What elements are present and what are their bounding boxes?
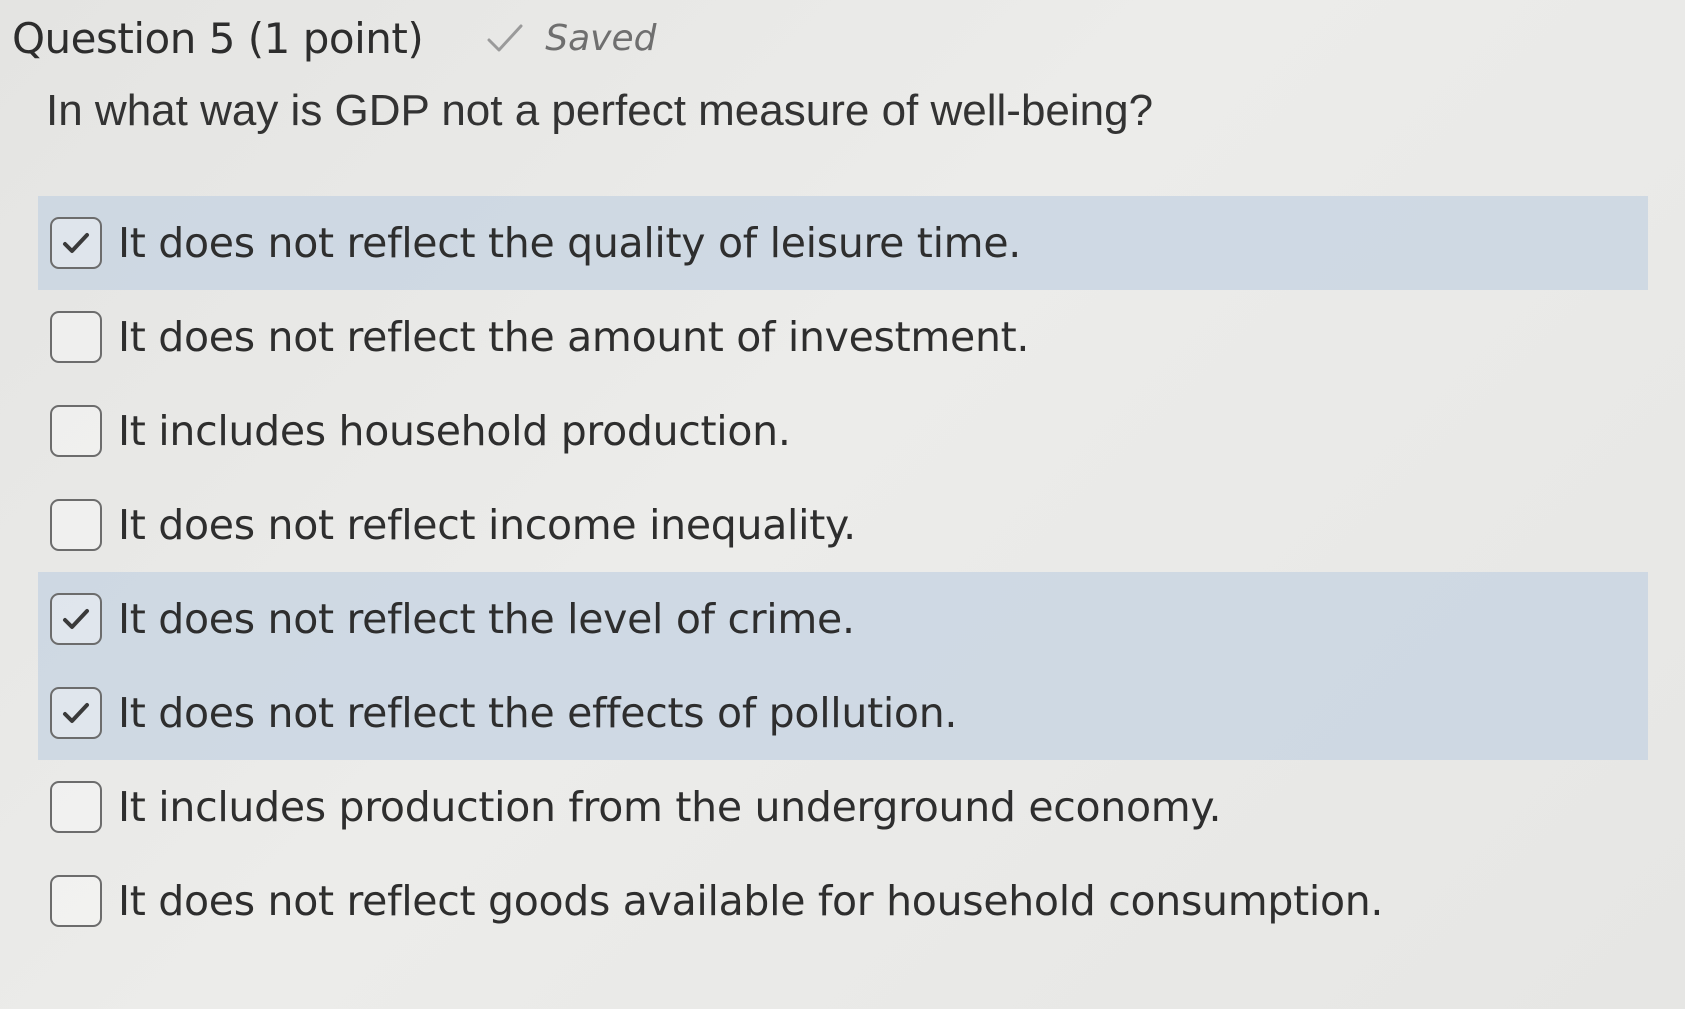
checkbox-unchecked[interactable] — [50, 781, 102, 833]
answer-option[interactable]: It includes household production. — [0, 384, 1685, 478]
answer-option-label: It does not reflect the quality of leisu… — [118, 219, 1021, 267]
answer-option-label: It includes household production. — [118, 407, 791, 455]
checkmark-icon — [63, 609, 89, 629]
checkbox-unchecked[interactable] — [50, 405, 102, 457]
checkbox-unchecked[interactable] — [50, 499, 102, 551]
question-title: Question 5 (1 point) — [12, 13, 424, 63]
answer-option-label: It does not reflect the effects of pollu… — [118, 689, 958, 737]
saved-label: Saved — [545, 17, 657, 59]
checkmark-icon — [63, 703, 89, 723]
answer-option-label: It does not reflect goods available for … — [118, 877, 1384, 925]
answer-option[interactable]: It does not reflect the amount of invest… — [0, 290, 1685, 384]
checkbox-checked[interactable] — [50, 217, 102, 269]
checkbox-unchecked[interactable] — [50, 875, 102, 927]
answer-option-label: It does not reflect income inequality. — [118, 501, 856, 549]
checkbox-checked[interactable] — [50, 593, 102, 645]
answer-option[interactable]: It does not reflect goods available for … — [0, 854, 1685, 948]
answer-option-label: It includes production from the undergro… — [118, 783, 1222, 831]
answer-options: It does not reflect the quality of leisu… — [0, 196, 1685, 948]
checkmark-icon — [63, 233, 89, 253]
saved-status: Saved — [483, 18, 656, 59]
answer-option-label: It does not reflect the amount of invest… — [118, 313, 1030, 361]
answer-option[interactable]: It does not reflect income inequality. — [0, 478, 1685, 572]
checkbox-unchecked[interactable] — [50, 311, 102, 363]
question-header: Question 5 (1 point) Saved — [12, 8, 656, 68]
answer-option[interactable]: It does not reflect the quality of leisu… — [38, 196, 1648, 290]
check-icon — [483, 18, 527, 58]
answer-option[interactable]: It does not reflect the level of crime. — [38, 572, 1648, 666]
answer-option[interactable]: It includes production from the undergro… — [0, 760, 1685, 854]
checkbox-checked[interactable] — [50, 687, 102, 739]
answer-option[interactable]: It does not reflect the effects of pollu… — [38, 666, 1648, 760]
question-text: In what way is GDP not a perfect measure… — [46, 86, 1154, 135]
answer-option-label: It does not reflect the level of crime. — [118, 595, 855, 643]
